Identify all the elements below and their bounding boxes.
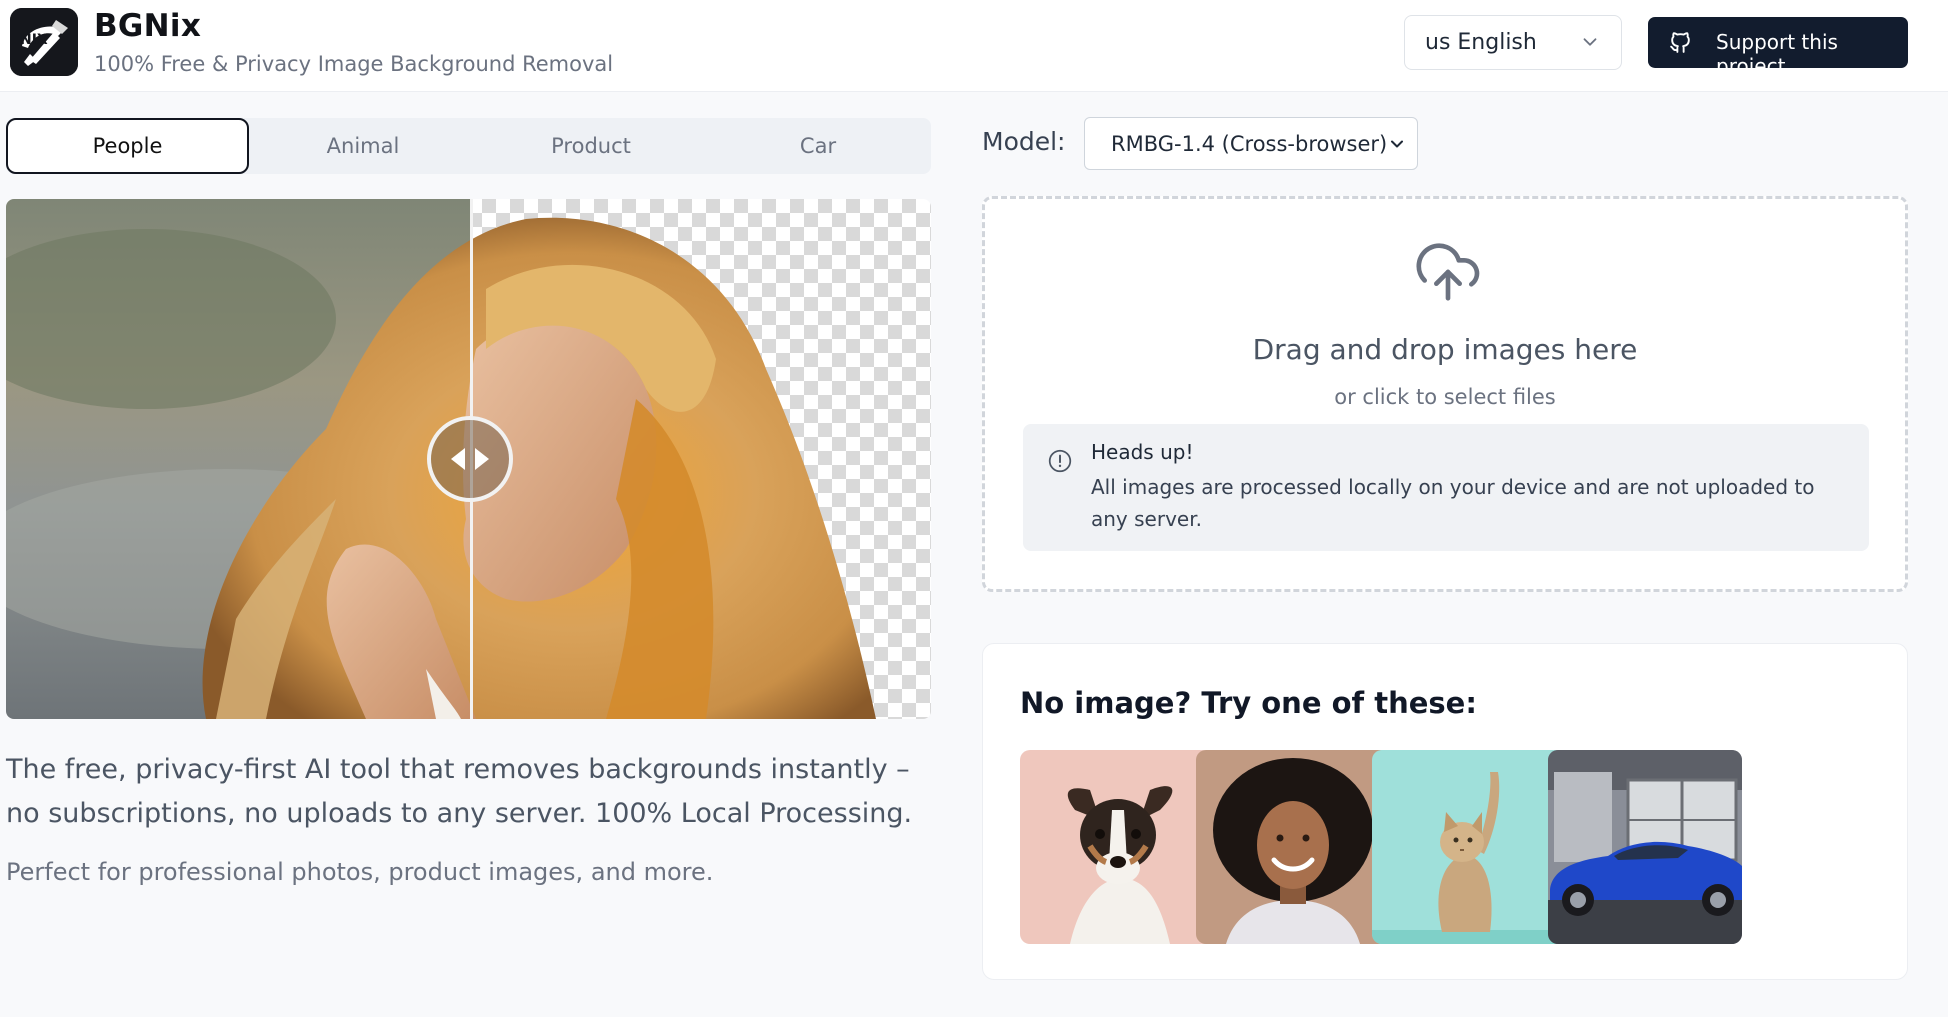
chevron-down-icon xyxy=(1391,140,1403,148)
sample-thumb-car[interactable] xyxy=(1548,750,1742,944)
before-after-comparison[interactable] xyxy=(6,199,931,719)
intro-text: The free, privacy-first AI tool that rem… xyxy=(6,754,913,829)
support-label: Support this project xyxy=(1716,30,1838,78)
dog-image xyxy=(1020,750,1214,944)
github-icon xyxy=(1670,32,1690,53)
intro-subtext: Perfect for professional photos, product… xyxy=(6,858,714,886)
tab-product[interactable]: Product xyxy=(477,118,705,174)
tab-people[interactable]: People xyxy=(6,118,249,174)
dropzone-title: Drag and drop images here xyxy=(1252,333,1638,366)
dropzone-subtitle: or click to select files xyxy=(1334,385,1556,409)
compare-arrows-icon xyxy=(451,448,489,470)
sample-thumb-cat[interactable] xyxy=(1372,750,1566,944)
sample-thumb-woman[interactable] xyxy=(1196,750,1390,944)
upload-dropzone[interactable]: Drag and drop images here or click to se… xyxy=(982,196,1908,592)
app-header: NIX BGNix 100% Free & Privacy Image Back… xyxy=(0,0,1948,92)
tab-car[interactable]: Car xyxy=(705,118,931,174)
model-label: Model: xyxy=(982,127,1066,156)
model-selected-value: RMBG-1.4 (Cross-browser) xyxy=(1111,131,1388,156)
chevron-down-icon xyxy=(1583,38,1597,46)
woman-image xyxy=(1196,750,1390,944)
cloud-upload-icon xyxy=(1416,243,1480,301)
model-select[interactable]: RMBG-1.4 (Cross-browser) xyxy=(1084,117,1418,170)
cat-image xyxy=(1372,750,1566,944)
language-select[interactable]: us English xyxy=(1404,15,1622,70)
app-title: BGNix xyxy=(94,8,202,44)
privacy-alert: Heads up! All images are processed local… xyxy=(1023,424,1869,551)
comparison-slider-handle[interactable] xyxy=(427,416,513,502)
info-icon xyxy=(1048,449,1072,473)
alert-title: Heads up! xyxy=(1091,440,1194,464)
samples-title: No image? Try one of these: xyxy=(1020,686,1477,720)
sample-thumb-dog[interactable] xyxy=(1020,750,1214,944)
alert-body: All images are processed locally on your… xyxy=(1091,475,1815,531)
car-image xyxy=(1548,750,1742,944)
svg-text:NIX: NIX xyxy=(20,32,48,48)
tab-animal[interactable]: Animal xyxy=(249,118,477,174)
support-button[interactable]: Support this project xyxy=(1648,17,1908,78)
paint-brush-logo-icon[interactable]: NIX xyxy=(10,8,78,76)
language-label: us English xyxy=(1425,30,1537,55)
sample-images-panel: No image? Try one of these: xyxy=(982,643,1908,980)
category-tabs: People Animal Product Car xyxy=(6,118,931,174)
app-subtitle: 100% Free & Privacy Image Background Rem… xyxy=(94,52,614,76)
